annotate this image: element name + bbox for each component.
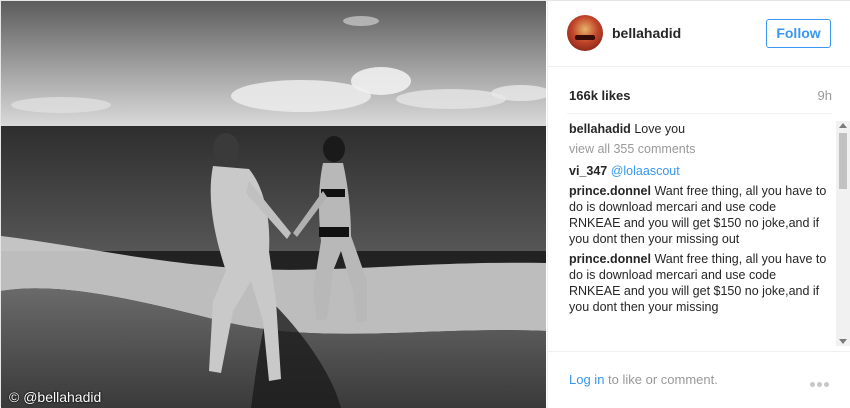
comment-author[interactable]: prince.donnel [569, 252, 651, 266]
comment-mention[interactable]: @lolaascout [611, 164, 680, 178]
post-footer: Log in to like or comment. [548, 351, 850, 408]
scroll-up-arrow-icon[interactable] [839, 123, 847, 128]
comment-author[interactable]: prince.donnel [569, 184, 651, 198]
login-prompt: Log in to like or comment. [569, 372, 718, 387]
comment-text: Love you [634, 122, 686, 136]
comment-author[interactable]: vi_347 [569, 164, 607, 178]
login-link[interactable]: Log in [569, 372, 604, 387]
photo-credit: © @bellahadid [9, 389, 102, 405]
post-timestamp[interactable]: 9h [818, 88, 832, 103]
post-header: bellahadid Follow [548, 1, 850, 67]
follow-button[interactable]: Follow [766, 19, 831, 48]
comments-scrollbar[interactable] [836, 121, 850, 346]
post-photo[interactable]: © @bellahadid [1, 1, 546, 408]
comments-list: bellahadid Love you view all 355 comment… [569, 121, 827, 345]
scroll-down-arrow-icon[interactable] [839, 339, 847, 344]
beach-photo-image [1, 1, 546, 408]
caption: bellahadid Love you [569, 121, 827, 137]
comment: prince.donnel Want free thing, all you h… [569, 183, 827, 247]
avatar[interactable] [567, 15, 603, 51]
login-prompt-text: to like or comment. [604, 372, 718, 387]
likes-row: 166k likes 9h [548, 85, 850, 107]
comment: prince.donnel Want free thing, all you h… [569, 251, 827, 315]
scrollbar-thumb[interactable] [839, 133, 847, 189]
view-all-comments-link[interactable]: view all 355 comments [569, 141, 827, 157]
instagram-post: © @bellahadid bellahadid Follow 166k lik… [0, 0, 850, 408]
post-side-panel: bellahadid Follow 166k likes 9h bellahad… [547, 1, 850, 408]
divider [567, 113, 832, 114]
more-options-icon[interactable] [810, 374, 832, 387]
likes-count[interactable]: 166k likes [569, 88, 630, 103]
comment-author[interactable]: bellahadid [569, 122, 631, 136]
username-link[interactable]: bellahadid [612, 25, 681, 41]
comment: vi_347 @lolaascout [569, 163, 827, 179]
